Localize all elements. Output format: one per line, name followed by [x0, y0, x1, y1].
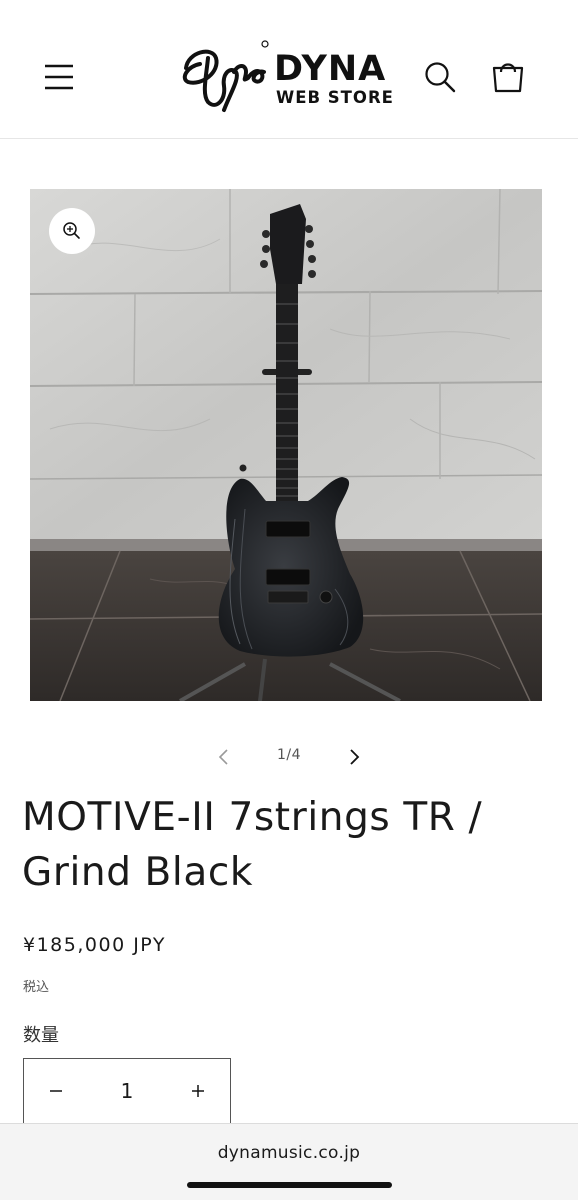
logo-title: DYNA [274, 49, 387, 89]
logo-subtitle: WEB STORE [276, 88, 394, 107]
store-logo[interactable]: DYNA WEB STORE [178, 38, 400, 120]
zoom-in-icon[interactable] [49, 208, 95, 254]
chevron-right-icon[interactable] [338, 741, 370, 773]
plus-icon[interactable] [178, 1071, 218, 1111]
url-text[interactable]: dynamusic.co.jp [0, 1143, 578, 1163]
quantity-label: 数量 [23, 1025, 59, 1046]
cart-icon[interactable] [487, 56, 529, 98]
slide-counter: 1/4 [276, 747, 302, 763]
home-indicator[interactable] [187, 1182, 392, 1188]
hamburger-menu-icon[interactable] [40, 58, 78, 96]
site-header: DYNA WEB STORE [0, 0, 578, 139]
dyna-script-logo [182, 40, 269, 112]
product-price: ¥185,000 JPY [23, 934, 166, 956]
product-image-gallery[interactable] [30, 189, 542, 701]
product-title: MOTIVE-II 7strings TR / Grind Black [22, 795, 483, 895]
browser-address-bar: dynamusic.co.jp [0, 1123, 578, 1200]
minus-icon[interactable] [36, 1071, 76, 1111]
tax-note: 税込 [23, 980, 50, 995]
gallery-pagination: 1/4 [0, 735, 578, 781]
quantity-input[interactable] [90, 1073, 164, 1109]
chevron-left-icon[interactable] [208, 741, 240, 773]
search-icon[interactable] [420, 57, 460, 97]
quantity-stepper [23, 1058, 231, 1124]
product-photo [30, 189, 542, 701]
